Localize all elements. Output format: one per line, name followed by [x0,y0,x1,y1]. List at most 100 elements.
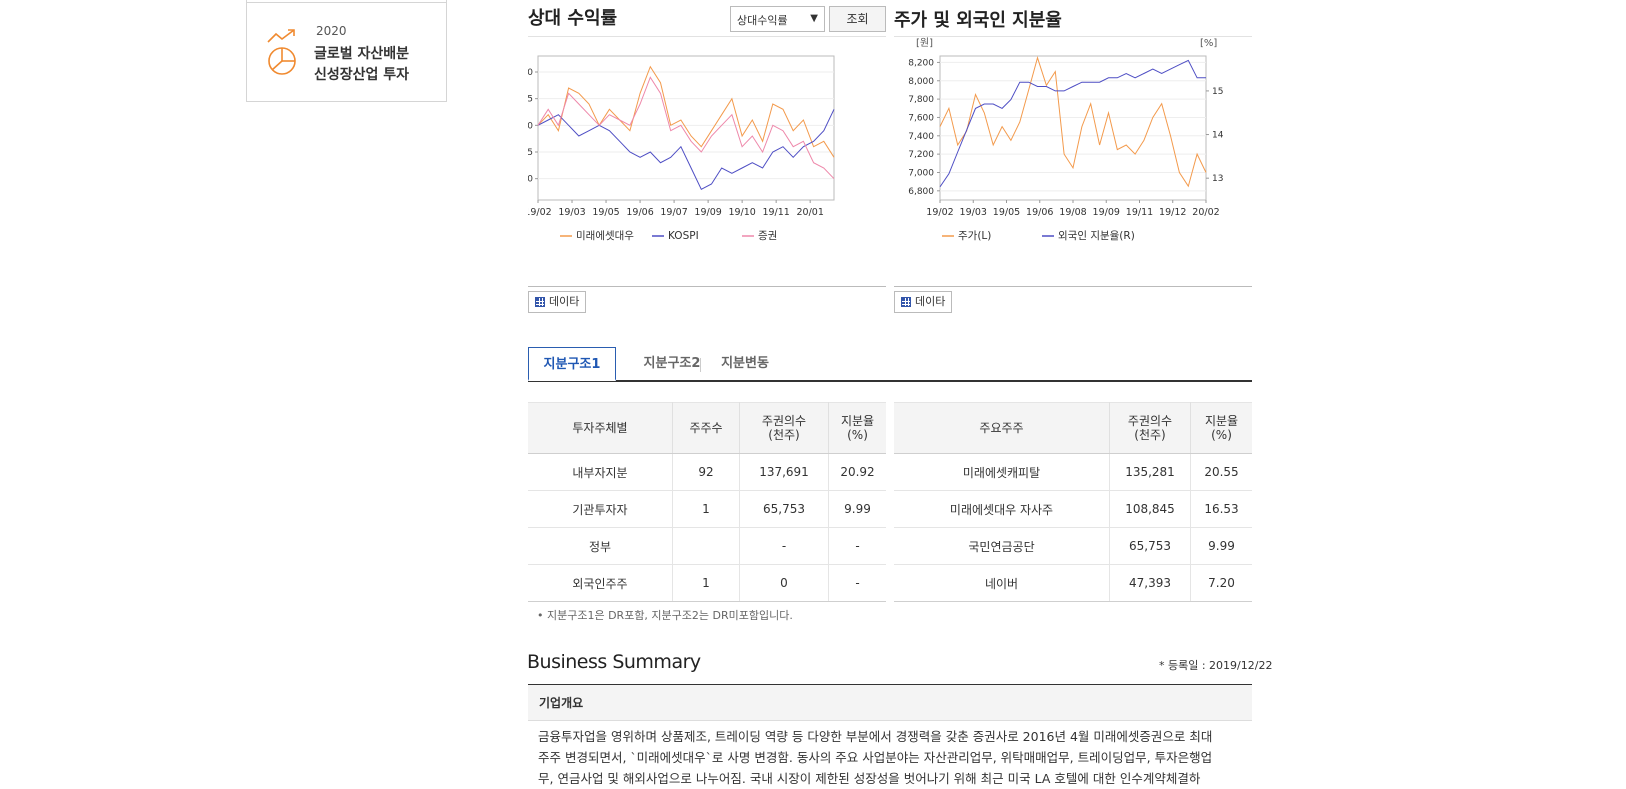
relative-return-data-button[interactable]: 데이타 [528,291,587,313]
query-button[interactable]: 조회 [829,6,886,32]
table-cell: 9.99 [1190,527,1252,565]
table-cell: - [828,527,886,565]
title-divider [528,36,886,37]
overview-line: 무, 연금사업 및 해외사업으로 나누어짐. 국내 시장이 제한된 성장성을 벗… [538,771,1201,786]
overview-line: 금융투자업을 영위하며 상품제조, 트레이딩 역량 등 다양한 부분에서 경쟁력… [538,729,1213,744]
column-header: 지분율 (%) [1190,402,1252,454]
y-tick-label: 90 [528,175,533,185]
promo-title-line1[interactable]: 글로벌 자산배분 [314,43,409,63]
column-header: 주권의수 (천주) [1109,402,1191,454]
column-header: 주권의수 (천주) [739,402,829,454]
y-tick-label: 95 [528,148,533,158]
table-cell: 미래에셋대우 자사주 [894,490,1110,528]
return-type-selected: 상대수익률 [737,14,788,27]
left-y-tick-label: 7,400 [908,132,934,142]
table-cell: 7.20 [1190,564,1252,602]
tab-divider [700,358,701,372]
table-cell: 정부 [528,527,673,565]
table-cell: 9.99 [828,490,886,528]
table-cell: 65,753 [1109,527,1191,565]
x-tick-label: 19/07 [660,207,687,218]
table-row: 내부자지분 92 137,691 20.92 [528,453,886,491]
right-y-tick-label: 15 [1212,87,1223,97]
company-overview-text: 금융투자업을 영위하며 상품제조, 트레이딩 역량 등 다양한 부분에서 경쟁력… [538,726,1238,789]
table-row: 미래에셋캐피탈 135,281 20.55 [894,453,1252,491]
price-foreign-chart: [원] [%] 8,200 8,000 7,800 7,600 7,400 7,200 7,00… [908,37,1224,242]
x-tick-label: 19/08 [1059,207,1086,218]
data-button-label: 데이타 [549,295,580,308]
table-cell: 47,393 [1109,564,1191,602]
left-y-tick-label: 6,800 [908,187,934,197]
return-type-select[interactable]: 상대수익률 ▼ [730,6,825,32]
left-y-tick-label: 8,000 [908,77,934,87]
table-cell: 0 [739,564,829,602]
x-tick-label: 19/03 [960,207,987,218]
left-y-tick-label: 7,200 [908,150,934,160]
tab-ownership-2[interactable]: 지분구조2 [622,347,722,381]
table-cell: 108,845 [1109,490,1191,528]
legend-label: 미래에셋대우 [576,230,634,242]
table-cell: 92 [672,453,740,491]
x-tick-label: 19/02 [528,207,552,218]
table-row: 미래에셋대우 자사주 108,845 16.53 [894,490,1252,528]
right-y-tick-label: 13 [1212,174,1223,184]
column-header: 주주수 [672,402,740,454]
x-tick-label: 19/05 [592,207,619,218]
table-cell: 1 [672,490,740,528]
left-y-tick-label: 8,200 [908,58,934,68]
right-axis-unit: [%] [1200,38,1217,49]
table-cell: 135,281 [1109,453,1191,491]
table-cell: 137,691 [739,453,829,491]
table-row: 네이버 47,393 7.20 [894,564,1252,602]
left-axis-unit: [원] [916,37,933,49]
table-cell: 외국인주주 [528,564,673,602]
x-tick-label: 19/03 [558,207,585,218]
promo-title-line2[interactable]: 신성장산업 투자 [314,64,409,84]
right-y-tick-label: 14 [1212,131,1224,141]
x-tick-label: 19/06 [626,207,653,218]
tab-underline [528,380,1252,382]
x-tick-label: 20/02 [1192,207,1219,218]
table-cell: 기관투자자 [528,490,673,528]
x-tick-label: 19/09 [1093,207,1120,218]
table-cell: 16.53 [1190,490,1252,528]
column-header: 투자주체별 [528,402,673,454]
table-row: 국민연금공단 65,753 9.99 [894,527,1252,565]
table-cell: - [739,527,829,565]
relative-return-chart: 110 105 100 95 90 19/02 19/03 19/05 19/06 19/07 19… [528,55,835,242]
tab-ownership-1[interactable]: 지분구조1 [528,347,616,381]
legend-label: KOSPI [668,230,699,242]
left-y-tick-label: 7,600 [908,113,934,123]
column-header: 지분율 (%) [828,402,886,454]
table-row: 외국인주주 1 0 - [528,564,886,602]
table-cell: 20.92 [828,453,886,491]
chart-footer-divider [894,286,1252,287]
table-cell: 65,753 [739,490,829,528]
plot-area [939,55,1207,201]
table-cell: 내부자지분 [528,453,673,491]
y-tick-label: 110 [528,68,533,78]
table-icon [535,297,545,307]
business-summary-title: Business Summary [527,651,701,673]
table-cell [672,527,740,565]
overview-line: 주주 변경되면서, `미래에셋대우`로 사명 변경함. 동사의 주요 사업분야는… [538,750,1213,765]
promo-year: 2020 [316,24,347,38]
tab-ownership-change[interactable]: 지분변동 [712,347,778,381]
legend-label: 외국인 지분율(R) [1058,230,1135,242]
x-tick-label: 19/10 [728,207,755,218]
company-overview-heading: 기업개요 [528,685,1252,721]
x-tick-label: 19/11 [1126,207,1153,218]
investor-type-table: 투자주체별 주주수 주권의수 (천주) 지분율 (%) 내부자지분 92 137… [528,402,886,602]
x-tick-label: 20/01 [796,207,823,218]
y-tick-label: 100 [528,121,533,131]
chart-footer-divider [528,286,886,287]
registration-date: * 등록일 : 2019/12/22 [1159,659,1273,672]
table-icon [901,297,911,307]
table-cell: 20.55 [1190,453,1252,491]
price-foreign-data-button[interactable]: 데이타 [894,291,953,313]
x-tick-label: 19/12 [1159,207,1186,218]
table-cell: 네이버 [894,564,1110,602]
major-shareholder-table: 주요주주 주권의수 (천주) 지분율 (%) 미래에셋캐피탈 135,281 2… [894,402,1252,602]
table-cell: 1 [672,564,740,602]
x-tick-label: 19/09 [694,207,721,218]
